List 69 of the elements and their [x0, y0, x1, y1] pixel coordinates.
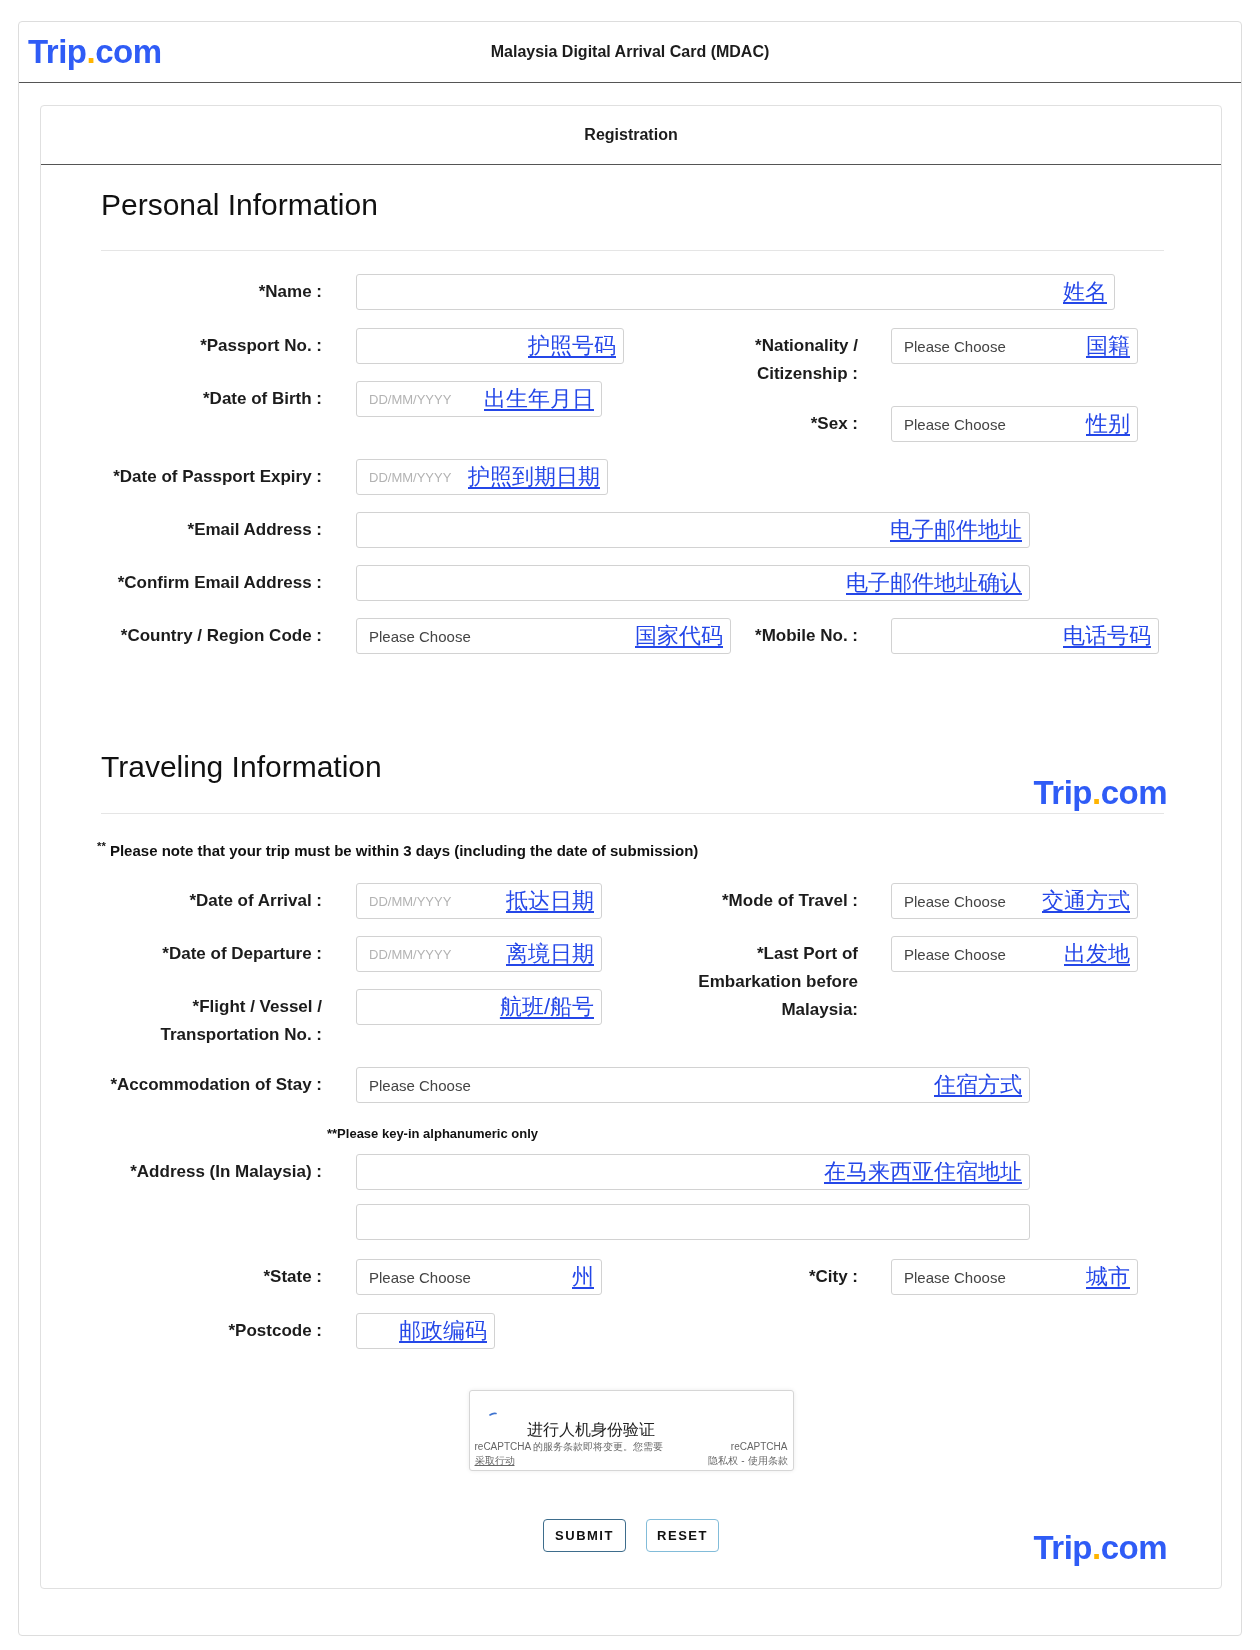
terms-link[interactable]: 使用条款 — [747, 1454, 788, 1468]
form-title: Registration — [584, 125, 678, 145]
field-label: *Postcode : — [228, 1320, 322, 1342]
field-label: *Mobile No. : — [755, 625, 858, 647]
site-logo: Trip.com — [28, 32, 162, 72]
name-field[interactable] — [356, 274, 1115, 310]
address-note: **Please key-in alphanumeric only — [327, 1125, 538, 1143]
submit-button[interactable]: SUBMIT — [543, 1519, 626, 1552]
translation-link[interactable]: 国家代码 — [635, 623, 723, 649]
privacy-link[interactable]: 隐私权 — [708, 1454, 739, 1468]
translation-link[interactable]: 州 — [572, 1264, 594, 1290]
translation-link[interactable]: 护照到期日期 — [468, 464, 600, 490]
page-title: Malaysia Digital Arrival Card (MDAC) — [490, 42, 770, 62]
field-label: *Accommodation of Stay : — [110, 1074, 322, 1096]
mobile-number-field[interactable] — [891, 618, 1159, 654]
translation-link[interactable]: 航班/船号 — [499, 994, 594, 1020]
translation-link[interactable]: 住宿方式 — [934, 1072, 1022, 1098]
translation-link[interactable]: 邮政编码 — [399, 1318, 487, 1344]
site-logo: Trip.com — [1033, 1528, 1167, 1568]
field-label: *State : — [263, 1266, 322, 1288]
field-label: *Date of Departure : — [162, 943, 322, 965]
translation-link[interactable]: 电子邮件地址确认 — [846, 570, 1022, 596]
translation-link[interactable]: 抵达日期 — [506, 888, 594, 914]
field-label: *Date of Passport Expiry : — [113, 466, 322, 488]
site-logo: Trip.com — [1033, 773, 1167, 813]
section-heading: Traveling Information — [101, 749, 382, 785]
translation-link[interactable]: 城市 — [1086, 1264, 1130, 1290]
translation-link[interactable]: 电子邮件地址 — [890, 517, 1022, 543]
postcode-field[interactable] — [356, 1313, 495, 1349]
field-label: *Email Address : — [187, 519, 322, 541]
field-label: *Mode of Travel : — [721, 890, 858, 912]
field-label: *Country / Region Code : — [120, 625, 322, 647]
translation-link[interactable]: 在马来西亚住宿地址 — [824, 1159, 1022, 1185]
separator-text: - — [741, 1454, 745, 1468]
field-label: *Nationality / Citizenship : — [755, 335, 858, 385]
field-label: *Last Port of Embarkation before Malaysia: — [698, 943, 858, 1021]
field-label: *Date of Birth : — [203, 388, 322, 410]
field-label: *City : — [808, 1266, 858, 1288]
recaptcha-brand: reCAPTCHA — [730, 1440, 788, 1454]
translation-link[interactable]: 交通方式 — [1042, 888, 1130, 914]
translation-link[interactable]: 性别 — [1086, 411, 1130, 437]
take-action-link[interactable]: 采取行动 — [474, 1454, 515, 1468]
terms-notice: reCAPTCHA 的服务条款即将变更。您需要 采取行动 — [474, 1440, 665, 1468]
address-field[interactable] — [356, 1154, 1030, 1190]
field-label: *Confirm Email Address : — [117, 572, 322, 594]
translation-link[interactable]: 姓名 — [1063, 279, 1107, 305]
field-label: *Date of Arrival : — [189, 890, 322, 912]
translation-link[interactable]: 国籍 — [1086, 333, 1130, 359]
trip-date-note: $^{**}$ Please note that your trip must be within 3 days (including the date of submission) — [97, 841, 699, 861]
email-field[interactable] — [356, 512, 1030, 548]
field-label: *Sex : — [810, 413, 858, 435]
field-label: *Name : — [258, 281, 322, 303]
reset-button[interactable]: RESET — [646, 1519, 719, 1552]
translation-link[interactable]: 出生年月日 — [484, 386, 594, 412]
address-line-field[interactable] — [356, 1204, 1030, 1240]
translation-link[interactable]: 出发地 — [1064, 941, 1130, 967]
verification-prompt: 进行人机身份验证 — [526, 1420, 655, 1440]
translation-link[interactable]: 护照号码 — [528, 333, 616, 359]
confirm-email-field[interactable] — [356, 565, 1030, 601]
field-label: *Passport No. : — [200, 335, 322, 357]
flight-number-field[interactable] — [356, 989, 602, 1025]
recaptcha-widget[interactable]: 进行人机身份验证 reCAPTCHA 的服务条款即将变更。您需要 采取行动 reCAPTCHA 隐私权 - 使用条款 — [468, 1390, 794, 1471]
translation-link[interactable]: 离境日期 — [506, 941, 594, 967]
section-heading: Personal Information — [101, 187, 378, 223]
translation-link[interactable]: 电话号码 — [1063, 623, 1151, 649]
field-label: *Flight / Vessel / Transportation No. : — [160, 996, 322, 1046]
spinner-icon — [488, 1412, 497, 1416]
passport-number-field[interactable] — [356, 328, 624, 364]
field-label: *Address (In Malaysia) : — [130, 1161, 322, 1183]
